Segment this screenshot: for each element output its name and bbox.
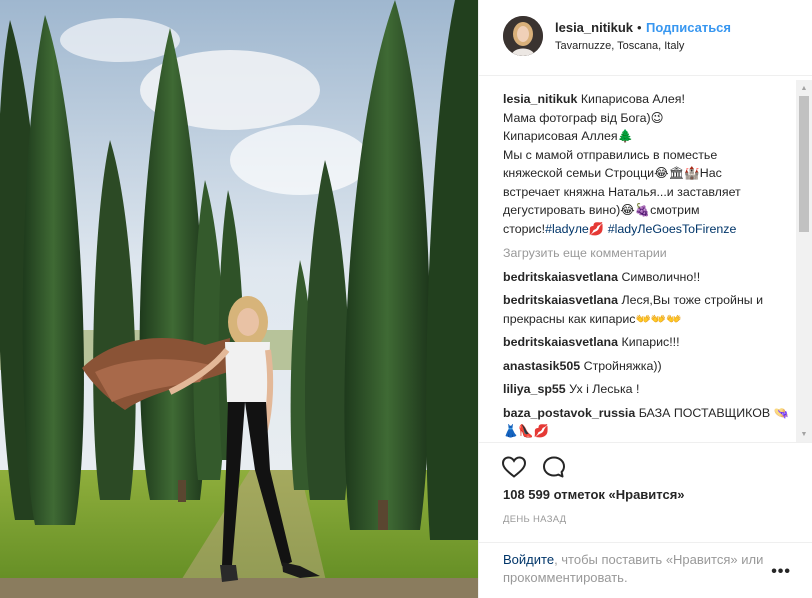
post-actions: 108 599 отметок «Нравится» ДЕНЬ НАЗАД [479,442,812,542]
caption-line-5: княжеской семьи Строцци😂🏛🏰Нас [503,166,722,180]
comment-item: baza_postavok_russia БАЗА ПОСТАВЩИКОВ 👒👗… [503,404,793,441]
heart-icon[interactable] [501,455,527,479]
location-link[interactable]: Tavarnuzze, Toscana, Italy [555,40,684,52]
comment-item: liliya_sp55 Ух і Леська ! [503,380,793,399]
comment-username[interactable]: bedritskaiasvetlana [503,270,618,284]
comments-list[interactable]: lesia_nitikuk Кипарисова Алея! Мама фото… [503,90,793,440]
avatar-image [503,16,543,56]
comment-item: bedritskaiasvetlana Символично!! [503,268,793,287]
login-prompt-text: Войдите, чтобы поставить «Нравится» или … [503,551,773,587]
comment-username[interactable]: anastasik505 [503,359,580,373]
scroll-up-arrow-icon[interactable]: ▲ [796,80,812,96]
login-prompt: Войдите, чтобы поставить «Нравится» или … [479,542,812,598]
avatar[interactable] [503,16,543,56]
more-options-icon[interactable]: ••• [771,563,791,581]
comment-text: Кипарис!!! [621,335,680,349]
post-photo[interactable] [0,0,478,598]
caption-line-8: сторис! [503,221,546,236]
hashtag-ladyle-goes-to-firenze[interactable]: #ladyЛеGoesToFirenze [608,222,737,236]
caption-line-6: встречает княжна Наталья...и заставляет [503,184,741,199]
comment-bubble-icon[interactable] [541,455,567,479]
caption-line-4: Мы с мамой отправились в поместье [503,147,718,162]
comment-username[interactable]: bedritskaiasvetlana [503,293,618,307]
post-header: lesia_nitikuk • Подписаться Tavarnuzze, … [479,0,812,76]
comment-text: Ух і Леська ! [569,382,640,396]
comment-username[interactable]: baza_postavok_russia [503,406,635,420]
comment-text: Символично!! [621,269,701,284]
cypress-avenue-photo [0,0,478,598]
load-more-comments-button[interactable]: Загрузить еще комментарии [503,244,793,263]
header-username[interactable]: lesia_nitikuk [555,20,633,35]
comments-scrollbar[interactable]: ▲ ▼ [796,80,812,442]
caption-username[interactable]: lesia_nitikuk [503,92,577,106]
caption-line-1: Кипарисова Алея! [580,92,685,106]
comment-item: bedritskaiasvetlana Кипарис!!! [503,333,793,352]
login-link[interactable]: Войдите [503,552,554,567]
scroll-down-arrow-icon[interactable]: ▼ [796,426,812,442]
comment-item: anastasik505 Стройняжка)) [503,357,793,376]
comment-username[interactable]: liliya_sp55 [503,382,566,396]
caption-line-7: дегустировать вино)😂🍇смотрим [503,203,700,217]
post-timestamp[interactable]: ДЕНЬ НАЗАД [503,514,566,525]
comment-text: Стройняжка)) [583,358,662,373]
likes-count[interactable]: 108 599 отметок «Нравится» [503,487,685,502]
caption: lesia_nitikuk Кипарисова Алея! Мама фото… [503,90,793,238]
hashtag-ladyle[interactable]: #ladyле💋 [545,222,604,236]
post-side-panel: lesia_nitikuk • Подписаться Tavarnuzze, … [478,0,812,598]
follow-button[interactable]: Подписаться [646,20,731,35]
comment-username[interactable]: bedritskaiasvetlana [503,335,618,349]
caption-line-2: Мама фотограф від Бога)😉 [503,110,664,125]
caption-line-3: Кипарисовая Аллея🌲 [503,129,634,143]
header-separator: • [637,20,642,35]
scrollbar-thumb[interactable] [799,96,809,232]
comment-item: bedritskaiasvetlana Леся,Вы тоже стройны… [503,291,793,328]
